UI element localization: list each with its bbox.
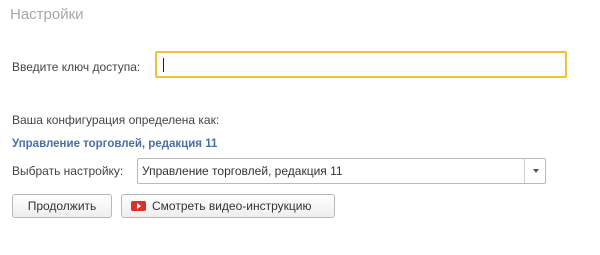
setting-select-label: Выбрать настройку: xyxy=(12,164,124,178)
continue-button[interactable]: Продолжить xyxy=(12,194,112,218)
text-caret xyxy=(163,58,164,72)
chevron-down-icon[interactable] xyxy=(533,169,539,173)
configuration-label: Ваша конфигурация определена как: xyxy=(12,113,220,127)
access-key-input[interactable] xyxy=(155,51,567,78)
select-divider xyxy=(524,159,525,183)
detected-configuration: Управление торговлей, редакция 11 xyxy=(12,138,218,150)
setting-select[interactable]: Управление торговлей, редакция 11 xyxy=(137,158,546,184)
youtube-play-icon xyxy=(131,201,146,211)
page-title: Настройки xyxy=(10,6,84,23)
watch-video-button[interactable]: Смотреть видео-инструкцию xyxy=(121,194,335,218)
setting-select-value: Управление торговлей, редакция 11 xyxy=(142,164,343,178)
access-key-label: Введите ключ доступа: xyxy=(12,60,141,74)
watch-video-label: Смотреть видео-инструкцию xyxy=(152,199,312,213)
settings-page: Настройки Введите ключ доступа: Ваша кон… xyxy=(0,0,600,255)
